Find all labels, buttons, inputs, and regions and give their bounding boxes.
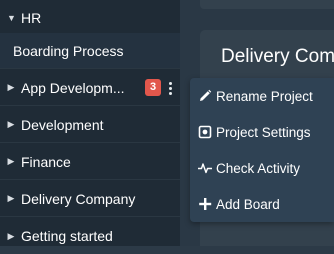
menu-item-label: Check Activity: [216, 160, 301, 176]
settings-icon: [197, 124, 213, 140]
sidebar-item-label: Finance: [21, 153, 71, 170]
chevron-right-icon[interactable]: ▶: [7, 193, 15, 204]
sidebar-item-finance[interactable]: ▶ Finance: [0, 144, 180, 180]
top-card: [200, 0, 334, 9]
chevron-right-icon[interactable]: ▶: [7, 82, 15, 93]
more-options-icon[interactable]: [166, 79, 174, 97]
check-activity-menu-item[interactable]: Check Activity: [190, 150, 334, 186]
chevron-right-icon[interactable]: ▶: [7, 231, 15, 242]
sidebar-item-getting-started[interactable]: ▶ Getting started: [0, 218, 180, 254]
activity-icon: [197, 160, 213, 176]
sidebar-item-label: Boarding Process: [13, 42, 124, 59]
sidebar-item-hr[interactable]: ▼ HR: [0, 0, 180, 36]
pencil-icon: [197, 88, 213, 104]
project-settings-menu-item[interactable]: Project Settings: [190, 114, 334, 150]
menu-item-label: Add Board: [216, 196, 280, 212]
plus-icon: [197, 196, 213, 212]
card-title: Delivery Com: [221, 46, 334, 67]
menu-item-label: Rename Project: [216, 88, 313, 104]
chevron-right-icon[interactable]: ▶: [7, 156, 15, 167]
sidebar-item-label: Getting started: [21, 228, 113, 244]
sidebar-item-development[interactable]: ▶ Development: [0, 107, 180, 143]
sidebar-item-label: Delivery Company: [21, 190, 136, 207]
chevron-right-icon[interactable]: ▶: [7, 119, 15, 130]
sidebar-item-label: App Developm...: [21, 79, 125, 96]
project-context-menu: Rename Project Project Settings Check Ac…: [190, 78, 334, 222]
sidebar-item-label: HR: [21, 9, 42, 26]
sidebar-item-label: Development: [21, 116, 104, 133]
project-sidebar: ▼ HR Boarding Process ▶ App Developm... …: [0, 0, 180, 246]
sidebar-item-delivery-company[interactable]: ▶ Delivery Company: [0, 181, 180, 217]
sidebar-item-app-development[interactable]: ▶ App Developm... 3: [0, 70, 180, 106]
chevron-down-icon[interactable]: ▼: [7, 13, 16, 23]
menu-item-label: Project Settings: [216, 124, 311, 140]
add-board-menu-item[interactable]: Add Board: [190, 186, 334, 222]
notification-badge: 3: [145, 79, 161, 96]
sidebar-item-boarding-process[interactable]: Boarding Process: [0, 33, 180, 69]
rename-project-menu-item[interactable]: Rename Project: [190, 78, 334, 114]
